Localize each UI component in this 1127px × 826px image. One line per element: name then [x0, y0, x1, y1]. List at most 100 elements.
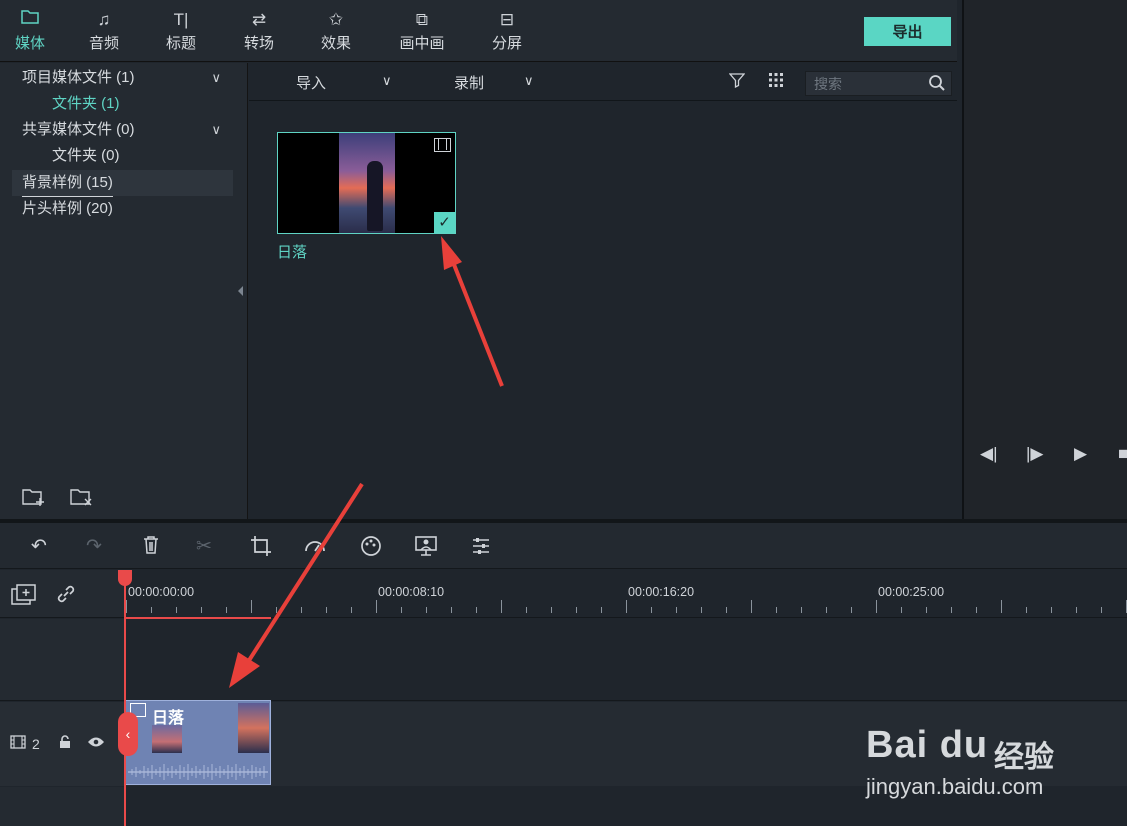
watermark-url: jingyan.baidu.com	[866, 774, 1044, 799]
film-icon	[10, 735, 26, 752]
grid-view-icon[interactable]	[768, 72, 784, 93]
tab-pip[interactable]: ⧉ 画中画	[392, 8, 452, 58]
green-screen-icon[interactable]	[414, 535, 438, 563]
crop-icon[interactable]	[250, 535, 272, 563]
redo-icon[interactable]: ↷	[86, 535, 102, 558]
timecode-label: 00:00:16:20	[628, 585, 695, 599]
tab-transitions[interactable]: ⇄ 转场	[229, 8, 289, 58]
delete-folder-icon[interactable]	[70, 487, 94, 512]
play-icon[interactable]: ▶	[1074, 444, 1087, 464]
cut-icon[interactable]: ✂	[196, 535, 212, 558]
ruler-tick	[701, 607, 702, 613]
delete-icon[interactable]	[142, 535, 160, 561]
timeline-header-controls	[0, 570, 124, 618]
ruler-tick	[651, 607, 652, 613]
media-item-card[interactable]: ✓	[277, 132, 456, 234]
eye-icon[interactable]	[87, 735, 105, 752]
ruler-tick	[901, 607, 902, 613]
ruler-tick	[351, 607, 352, 613]
tree-item-label: 共享媒体文件 (0)	[22, 121, 135, 138]
speed-icon[interactable]	[304, 535, 326, 561]
tree-item-folder-0[interactable]: 文件夹 (0)	[0, 143, 233, 169]
ruler-tick	[876, 600, 877, 613]
watermark-cn: 经验	[994, 741, 1054, 774]
library-toolbar: 导入 ∨ 录制 ∨	[249, 63, 957, 101]
preview-panel: ◀| |▶ ▶ ■	[962, 0, 1127, 519]
tab-titles[interactable]: T| 标题	[151, 8, 211, 58]
clip-trim-handle[interactable]: ‹	[118, 712, 138, 756]
add-track-icon[interactable]	[11, 584, 37, 611]
stop-icon[interactable]: ■	[1118, 444, 1127, 464]
import-dropdown[interactable]: 导入 ∨	[296, 72, 396, 93]
tree-item-intro-samples[interactable]: 片头样例 (20)	[0, 196, 233, 222]
adjust-settings-icon[interactable]	[470, 535, 492, 563]
record-label: 录制	[454, 75, 485, 92]
video-clip[interactable]: 日落	[125, 700, 271, 785]
new-folder-icon[interactable]	[22, 487, 46, 512]
collapse-panel-arrow-icon[interactable]	[238, 286, 243, 296]
color-palette-icon[interactable]	[360, 535, 382, 563]
ruler-tick	[926, 607, 927, 613]
music-note-icon: ♫	[97, 10, 111, 29]
tree-item-label: 文件夹 (1)	[52, 95, 120, 112]
tree-item-project-media[interactable]: 项目媒体文件 (1) ∨	[0, 65, 233, 91]
ruler-tick	[826, 607, 827, 613]
ruler-tick	[726, 607, 727, 613]
playhead-range-bar	[126, 617, 271, 619]
filter-icon[interactable]	[728, 72, 746, 93]
tab-audio[interactable]: ♫ 音频	[74, 8, 134, 58]
ruler-tick	[126, 600, 127, 613]
thumbnail-figure	[367, 161, 383, 231]
lock-icon[interactable]	[58, 735, 72, 752]
ruler-tick	[326, 607, 327, 613]
ruler-tick	[176, 607, 177, 613]
ruler-tick	[151, 607, 152, 613]
tab-pip-label: 画中画	[399, 35, 445, 52]
ruler-tick	[976, 607, 977, 613]
effects-icon: ✩	[328, 10, 344, 29]
chevron-down-icon[interactable]: ∨	[211, 117, 221, 143]
ruler-tick	[576, 607, 577, 613]
ruler-tick	[1026, 607, 1027, 613]
tree-item-label: 片头样例 (20)	[22, 200, 113, 217]
record-dropdown[interactable]: 录制 ∨	[454, 72, 544, 93]
ruler-tick	[426, 607, 427, 613]
top-nav: 媒体 ♫ 音频 T| 标题 ⇄ 转场 ✩ 效果 ⧉ 画中画 ⊟ 分屏 导出	[0, 0, 957, 62]
ruler-tick	[376, 600, 377, 613]
undo-icon[interactable]: ↶	[31, 535, 47, 558]
next-frame-icon[interactable]: |▶	[1026, 444, 1044, 464]
timeline-track-empty[interactable]	[124, 619, 1127, 701]
tab-media[interactable]: 媒体	[0, 8, 60, 58]
tree-item-shared-media[interactable]: 共享媒体文件 (0) ∨	[0, 117, 233, 143]
search-icon[interactable]	[928, 74, 946, 92]
tab-split-screen[interactable]: ⊟ 分屏	[477, 8, 537, 58]
chevron-down-icon: ∨	[524, 73, 534, 88]
tree-item-background-samples[interactable]: 背景样例 (15)	[12, 170, 233, 197]
playhead-line[interactable]	[124, 570, 126, 826]
playhead-handle[interactable]	[118, 570, 132, 586]
track-header-audio	[0, 787, 124, 826]
ruler-tick	[1001, 600, 1002, 613]
checkmark-icon[interactable]: ✓	[434, 212, 455, 233]
ruler-tick	[501, 600, 502, 613]
previous-frame-icon[interactable]: ◀|	[980, 444, 998, 464]
track-header-video-2: 2	[0, 702, 124, 786]
export-button[interactable]: 导出	[864, 17, 951, 46]
tab-transitions-label: 转场	[243, 35, 274, 52]
tab-effects[interactable]: ✩ 效果	[306, 8, 366, 58]
audio-waveform	[128, 764, 268, 780]
search-input[interactable]	[814, 74, 924, 93]
ruler-tick	[201, 607, 202, 613]
chevron-down-icon[interactable]: ∨	[211, 65, 221, 91]
ruler-tick	[1101, 607, 1102, 613]
pip-icon: ⧉	[415, 10, 429, 29]
tree-item-label: 项目媒体文件 (1)	[22, 69, 135, 86]
ruler-tick	[776, 607, 777, 613]
timeline-ruler[interactable]: 00:00:00:00 00:00:08:10 00:00:16:20 00:0…	[124, 570, 1127, 618]
folder-icon	[0, 8, 60, 32]
track-header-empty	[0, 619, 124, 701]
tab-audio-label: 音频	[88, 35, 119, 52]
tab-titles-label: 标题	[165, 35, 196, 52]
link-icon[interactable]	[55, 583, 77, 610]
tree-item-folder-1[interactable]: 文件夹 (1)	[0, 91, 233, 117]
